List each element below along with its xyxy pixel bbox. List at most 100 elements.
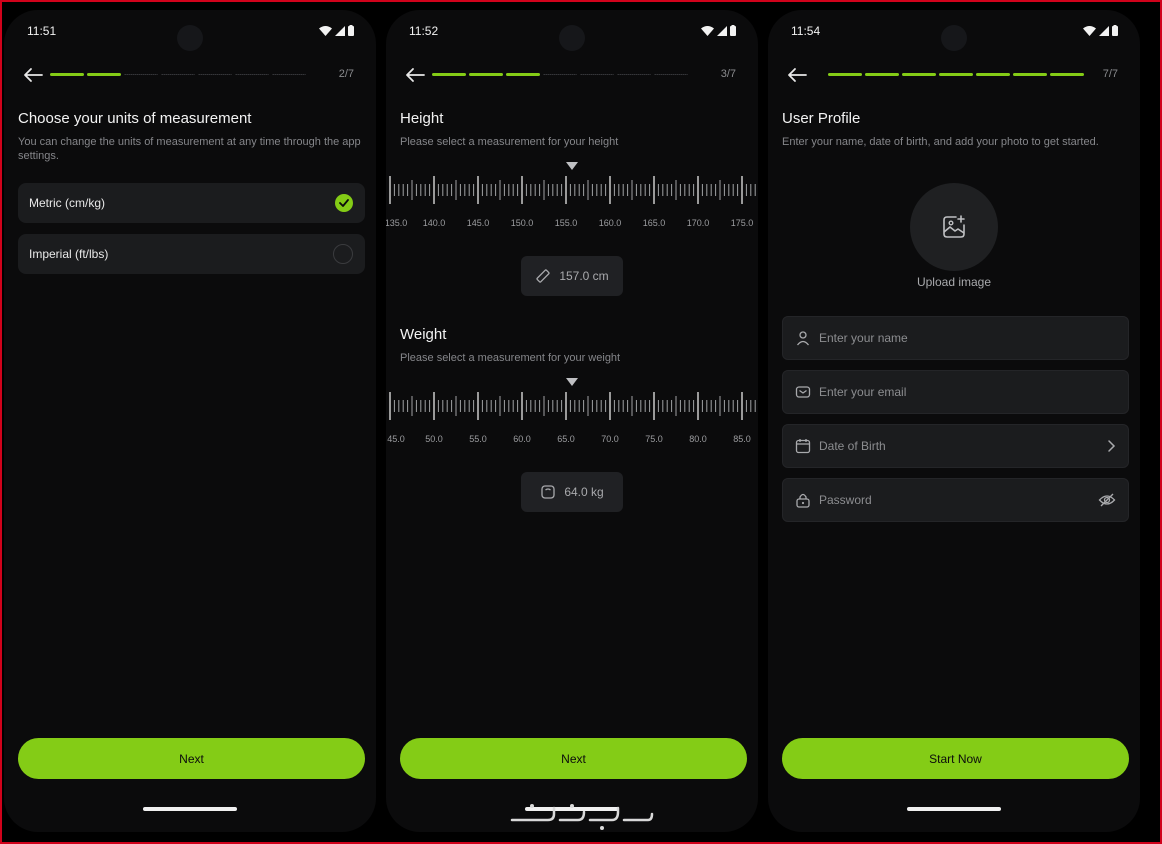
progress-segment [469,73,503,76]
ruler-tick-label: 85.0 [733,434,751,444]
status-time: 11:52 [409,24,439,38]
height-ruler[interactable]: 135.0 140.0 145.0 150.0 155.0 160.0 165.0 170.0… [386,160,758,235]
weight-ruler[interactable]: 45.0 50.0 55.0 60.0 65.0 70.0 75.0 80.0 85.0 [386,376,758,451]
back-arrow-icon[interactable] [786,67,808,83]
progress-bar [50,73,306,76]
password-input[interactable] [819,493,1090,507]
status-time: 11:51 [27,24,57,38]
password-field[interactable] [782,478,1129,522]
ruler-tick-label: 70.0 [601,434,619,444]
lock-icon [796,493,810,508]
dob-label: Date of Birth [819,439,886,453]
page-subtitle: You can change the units of measurement … [18,136,361,162]
option-label: Imperial (ft/lbs) [29,247,109,261]
progress-segment [654,74,688,75]
ruler-tick-label: 175.0 [731,218,754,228]
option-imperial[interactable]: Imperial (ft/lbs) [18,234,365,274]
screen-user-profile: 11:54 7/7 User Profile Enter your name, … [768,10,1140,832]
page-title: Choose your units of measurement [18,110,252,127]
ruler-tick-label: 145.0 [467,218,490,228]
progress-segment [198,74,232,75]
ruler-tick-label: 170.0 [687,218,710,228]
option-label: Metric (cm/kg) [29,196,105,210]
start-now-button[interactable]: Start Now [782,738,1129,779]
page-subtitle: Enter your name, date of birth, and add … [782,136,1099,148]
watermark-logo [510,804,654,830]
ruler-tick-label: 160.0 [599,218,622,228]
weight-subtitle: Please select a measurement for your wei… [400,352,621,364]
progress-segment [124,74,158,75]
battery-icon [1112,25,1118,36]
step-counter: 7/7 [1102,68,1118,80]
ruler-tick-label: 50.0 [425,434,443,444]
ruler-tick-label: 75.0 [645,434,663,444]
progress-bar [432,73,688,76]
email-field[interactable] [782,370,1129,414]
progress-segment [506,73,540,76]
progress-segment [272,74,306,75]
status-icons [319,25,354,36]
progress-segment [828,73,862,76]
battery-icon [730,25,736,36]
eye-off-icon[interactable] [1098,492,1116,508]
progress-segment [235,74,269,75]
mail-icon [795,386,811,398]
front-camera [177,25,203,51]
calendar-icon [795,439,811,454]
scale-icon [541,485,555,499]
front-camera [941,25,967,51]
page-title: User Profile [782,110,861,127]
status-icons [1083,25,1118,36]
upload-image-label: Upload image [916,275,992,289]
status-icons [701,25,736,36]
back-arrow-icon[interactable] [404,67,426,83]
ruler-pointer-icon [566,378,578,386]
name-field[interactable] [782,316,1129,360]
user-icon [796,331,810,346]
ruler-pointer-icon [566,162,578,170]
screen-height-weight: 11:52 3/7 Height Please select a measure… [386,10,758,832]
wifi-icon [1083,25,1096,36]
back-arrow-icon[interactable] [22,67,44,83]
next-button[interactable]: Next [400,738,747,779]
progress-segment [161,74,195,75]
progress-segment [432,73,466,76]
progress-segment [580,74,614,75]
signal-icon [335,25,345,36]
weight-value-chip: 64.0 kg [521,472,623,512]
progress-segment [87,73,121,76]
radio-unchecked-icon [333,244,353,264]
ruler-tick-label: 150.0 [511,218,534,228]
progress-segment [1050,73,1084,76]
email-input[interactable] [819,385,1116,399]
signal-icon [717,25,727,36]
ruler-tick-label: 65.0 [557,434,575,444]
progress-segment [865,73,899,76]
ruler-tick-label: 80.0 [689,434,707,444]
add-photo-icon [943,215,965,238]
progress-segment [902,73,936,76]
wifi-icon [319,25,332,36]
wifi-icon [701,25,714,36]
progress-segment [543,74,577,75]
battery-icon [348,25,354,36]
front-camera [559,25,585,51]
option-metric[interactable]: Metric (cm/kg) [18,183,365,223]
home-indicator[interactable] [143,807,237,811]
height-value-chip: 157.0 cm [521,256,623,296]
name-input[interactable] [819,331,1116,345]
dob-field[interactable]: Date of Birth [782,424,1129,468]
progress-segment [976,73,1010,76]
weight-title: Weight [400,326,447,343]
height-title: Height [400,110,444,127]
upload-image-button[interactable] [910,183,998,271]
progress-segment [1013,73,1047,76]
ruler-tick-label: 55.0 [469,434,487,444]
ruler-tick-label: 60.0 [513,434,531,444]
ruler-tick-label: 135.0 [386,218,407,228]
next-button[interactable]: Next [18,738,365,779]
chevron-right-icon [1106,439,1116,453]
progress-segment [50,73,84,76]
screen-units: 11:51 2/7 Choose your units of measureme… [4,10,376,832]
home-indicator[interactable] [907,807,1001,811]
